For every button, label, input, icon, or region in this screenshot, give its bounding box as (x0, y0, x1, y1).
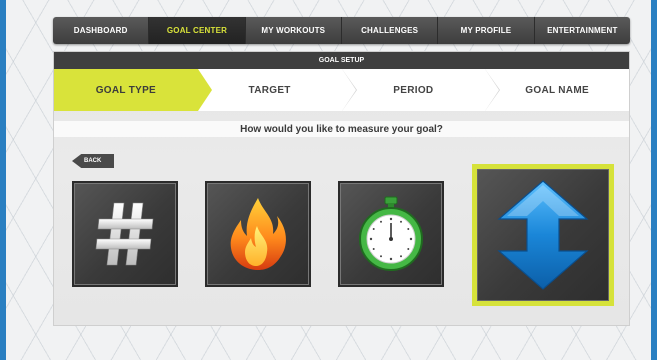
step-target[interactable]: TARGET (198, 69, 357, 111)
option-time[interactable] (338, 181, 444, 287)
number-sign-icon (95, 202, 154, 266)
goal-setup-panel: GOAL SETUP GOAL TYPE TARGET PERIOD GOAL … (53, 51, 630, 326)
option-calories[interactable] (205, 181, 311, 287)
option-number[interactable] (72, 181, 178, 287)
main-nav: DASHBOARD GOAL CENTER MY WORKOUTS CHALLE… (53, 17, 630, 44)
stopwatch-icon (359, 196, 423, 271)
nav-tab-dashboard[interactable]: DASHBOARD (53, 17, 150, 44)
nav-tab-entertainment[interactable]: ENTERTAINMENT (535, 17, 630, 44)
nav-tab-my-profile[interactable]: MY PROFILE (438, 17, 535, 44)
nav-tab-goal-center[interactable]: GOAL CENTER (149, 17, 246, 44)
step-chevron (485, 69, 500, 111)
step-label: GOAL TYPE (95, 84, 157, 96)
step-goal-name[interactable]: GOAL NAME (485, 69, 629, 111)
page-background: DASHBOARD GOAL CENTER MY WORKOUTS CHALLE… (0, 0, 657, 360)
step-goal-type[interactable]: GOAL TYPE (54, 69, 212, 111)
step-chevron (341, 69, 356, 111)
option-up-down[interactable] (472, 164, 614, 306)
step-label: GOAL NAME (525, 84, 589, 96)
nav-tab-my-workouts[interactable]: MY WORKOUTS (246, 17, 342, 44)
step-label: TARGET (248, 84, 291, 96)
step-chevron (197, 69, 212, 111)
flame-icon (230, 198, 286, 270)
up-down-arrow-icon (497, 180, 589, 290)
goal-setup-title: GOAL SETUP (54, 52, 629, 69)
step-period[interactable]: PERIOD (342, 69, 501, 111)
goal-question: How would you like to measure your goal? (54, 121, 629, 137)
back-button[interactable]: BACK (72, 154, 114, 168)
step-label: PERIOD (393, 84, 434, 96)
setup-steps: GOAL TYPE TARGET PERIOD GOAL NAME (54, 69, 629, 111)
nav-tab-challenges[interactable]: CHALLENGES (342, 17, 439, 44)
